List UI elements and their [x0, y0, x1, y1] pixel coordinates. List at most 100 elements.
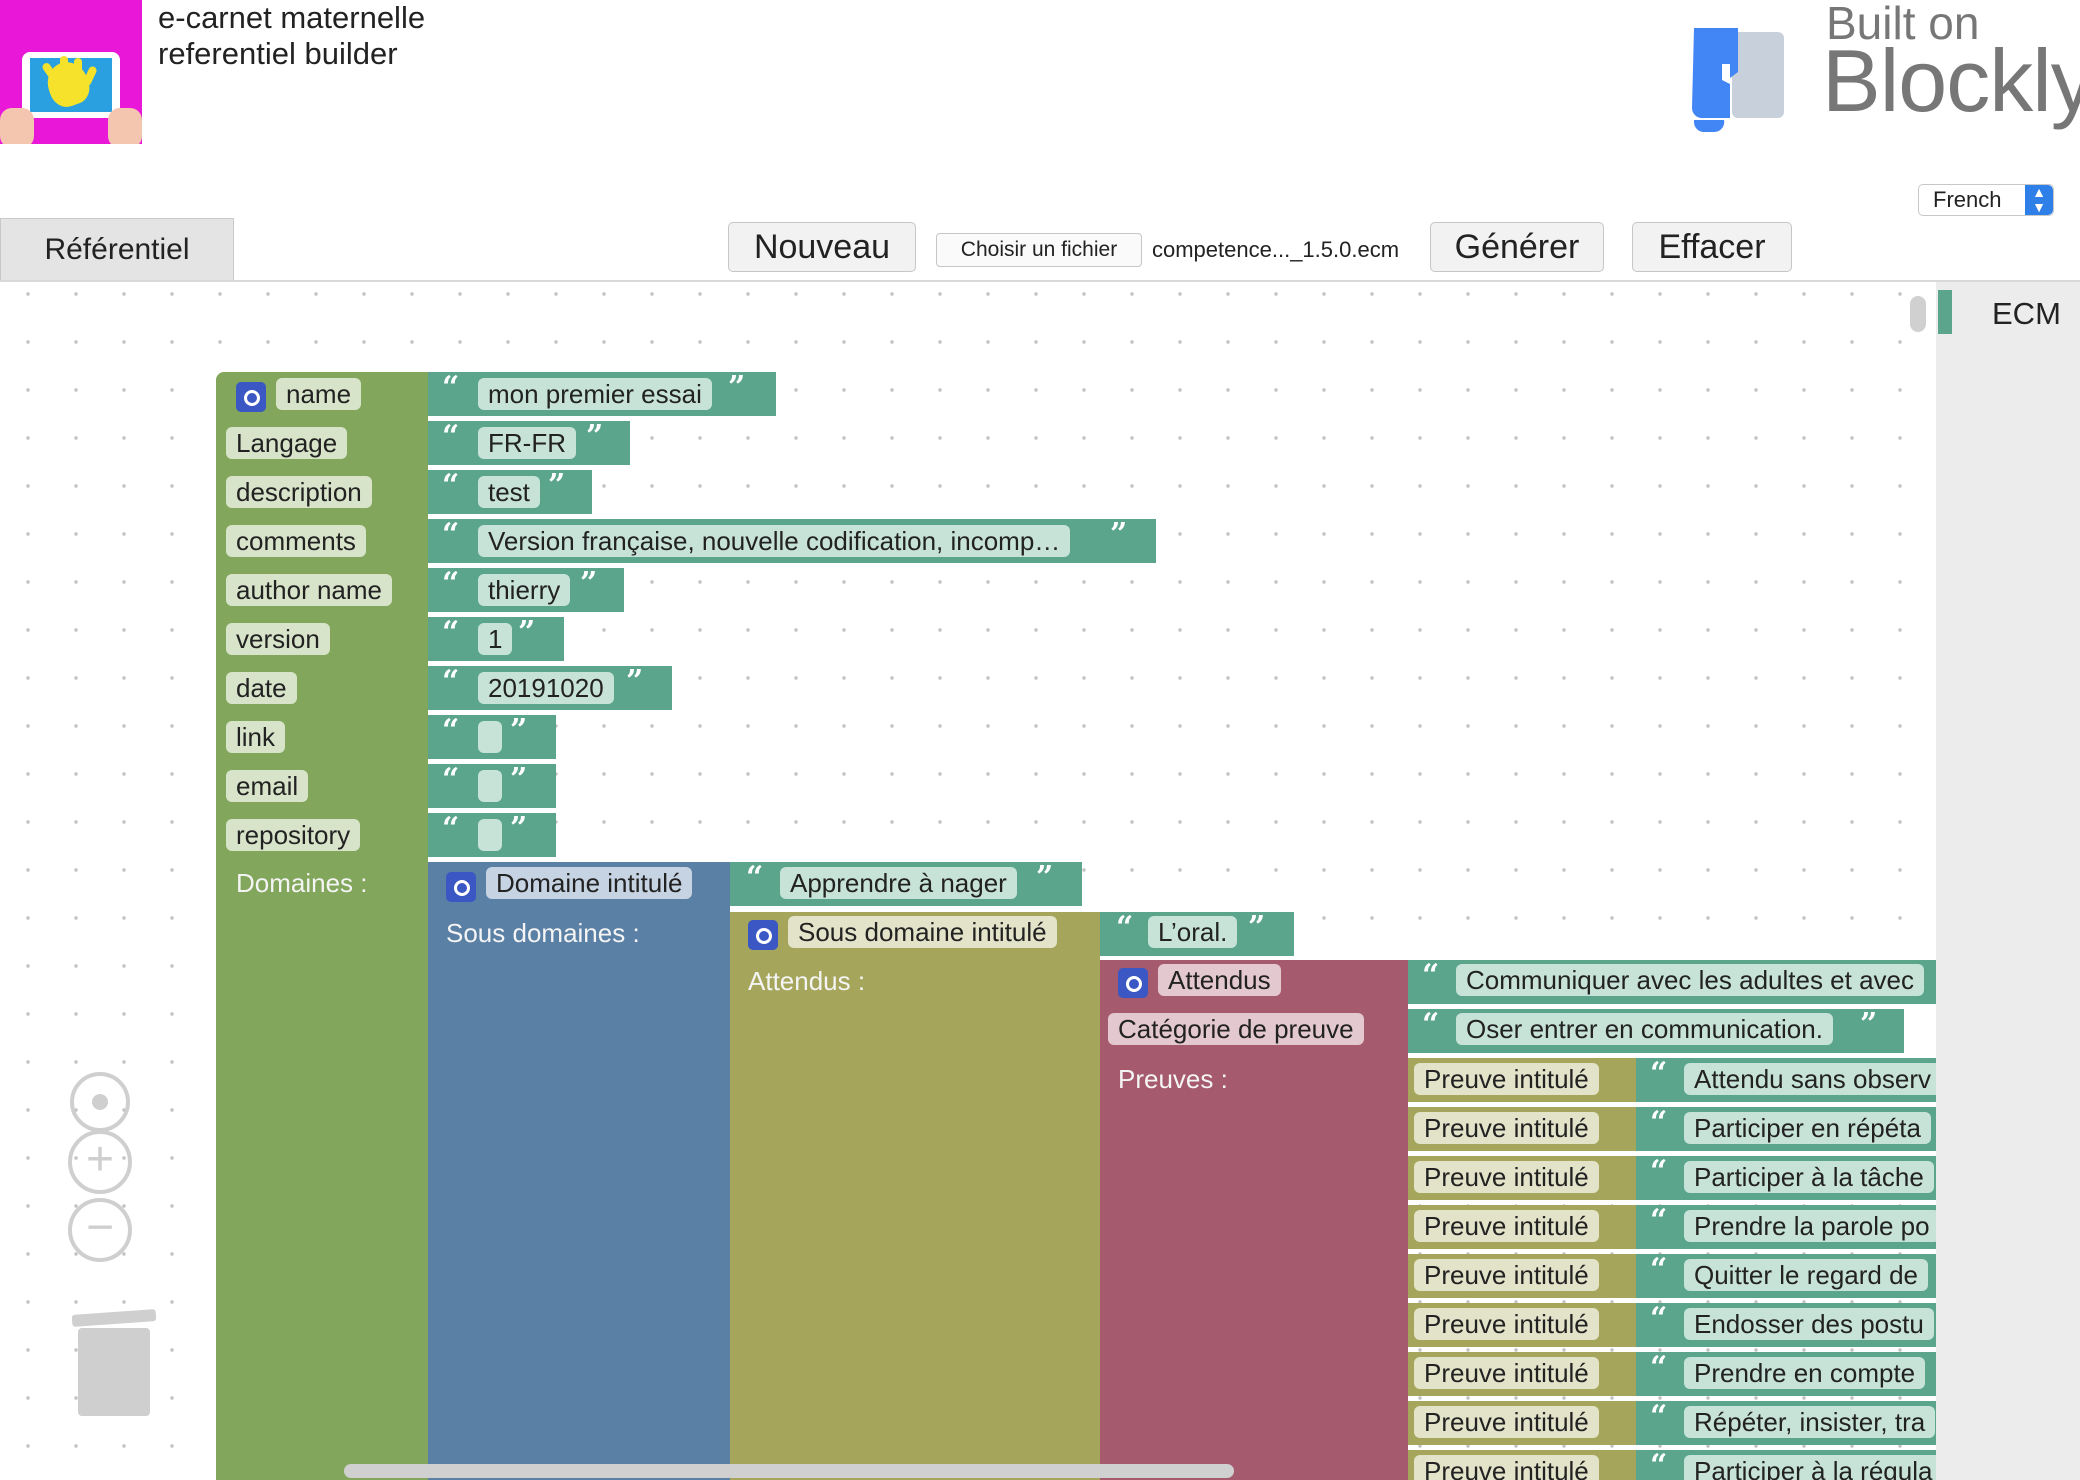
field-label-date: date: [226, 672, 297, 704]
preuve-label: Preuve intitulé: [1414, 1161, 1599, 1193]
trash-icon[interactable]: [78, 1328, 150, 1416]
choose-file-button[interactable]: Choisir un fichier: [936, 233, 1142, 267]
sous-domaine-label: Sous domaine intitulé: [788, 916, 1057, 948]
open-quote-icon: “: [1650, 1056, 1668, 1091]
toolbox: [1936, 282, 2080, 1480]
close-quote-icon: ”: [580, 566, 598, 601]
text-value-attendus[interactable]: Communiquer avec les adultes et avec: [1456, 964, 1925, 996]
open-quote-icon: “: [1116, 910, 1134, 945]
preuve-label: Preuve intitulé: [1414, 1112, 1599, 1144]
close-quote-icon: ”: [548, 468, 566, 503]
zoom-in-icon[interactable]: +: [68, 1130, 132, 1194]
field-label-name: name: [276, 378, 362, 410]
horizontal-scrollbar[interactable]: [344, 1464, 1234, 1478]
close-quote-icon: ”: [518, 615, 536, 650]
toolbox-category-ecm[interactable]: ECM: [1992, 296, 2061, 332]
sous-domaines-label: Sous domaines :: [446, 918, 640, 948]
app-title-line1: e-carnet maternelle: [158, 0, 426, 35]
text-value-domaine[interactable]: Apprendre à nager: [780, 867, 1017, 899]
text-value-name[interactable]: mon premier essai: [478, 378, 712, 410]
open-quote-icon: “: [1650, 1105, 1668, 1140]
open-quote-icon: “: [1650, 1350, 1668, 1385]
new-button[interactable]: Nouveau: [728, 222, 916, 272]
field-label-langage: Langage: [226, 427, 348, 459]
preuve-label: Preuve intitulé: [1414, 1406, 1599, 1438]
gear-icon[interactable]: [1118, 968, 1148, 998]
clear-button[interactable]: Effacer: [1632, 222, 1792, 272]
open-quote-icon: “: [442, 419, 460, 454]
open-quote-icon: “: [1650, 1252, 1668, 1287]
preuve-label: Preuve intitulé: [1414, 1455, 1599, 1480]
gear-icon[interactable]: [236, 382, 266, 412]
field-label-version: version: [226, 623, 330, 655]
text-value-categorie[interactable]: Oser entrer en communication.: [1456, 1013, 1833, 1045]
domaine-block[interactable]: [428, 862, 730, 1480]
toolbox-category-color: [1938, 290, 1952, 334]
open-quote-icon: “: [1650, 1301, 1668, 1336]
text-value-version[interactable]: 1: [478, 623, 513, 655]
zoom-out-icon[interactable]: −: [68, 1198, 132, 1262]
sous-domaine-block[interactable]: [730, 912, 1100, 1480]
text-value-email[interactable]: [478, 770, 502, 802]
attendus-block-label: Attendus: [1158, 964, 1281, 996]
domaines-label: Domaines :: [236, 868, 368, 898]
generate-button[interactable]: Générer: [1430, 222, 1604, 272]
open-quote-icon: “: [442, 811, 460, 846]
close-quote-icon: ”: [510, 762, 528, 797]
text-value-comments[interactable]: Version française, nouvelle codification…: [478, 525, 1071, 557]
recenter-icon[interactable]: [70, 1072, 130, 1132]
trash-lid-icon: [71, 1309, 157, 1327]
blockly-workspace[interactable]: name Langage description comments author…: [0, 282, 1936, 1480]
text-value-preuve[interactable]: Participer à la régula: [1684, 1455, 1936, 1480]
field-label-comments: comments: [226, 525, 366, 557]
open-quote-icon: “: [442, 517, 460, 552]
close-quote-icon: ”: [510, 713, 528, 748]
preuves-label: Preuves :: [1118, 1064, 1228, 1094]
open-quote-icon: “: [1650, 1154, 1668, 1189]
field-label-email: email: [226, 770, 309, 802]
text-value-sous-domaine[interactable]: L’oral.: [1148, 916, 1238, 948]
gear-icon[interactable]: [748, 920, 778, 950]
open-quote-icon: “: [442, 566, 460, 601]
open-quote-icon: “: [1422, 958, 1440, 993]
domaine-label: Domaine intitulé: [486, 867, 693, 899]
text-value-preuve[interactable]: Prendre la parole po: [1684, 1210, 1936, 1242]
text-value-preuve[interactable]: Prendre en compte: [1684, 1357, 1926, 1389]
preuve-label: Preuve intitulé: [1414, 1210, 1599, 1242]
text-value-preuve[interactable]: Participer à la tâche: [1684, 1161, 1934, 1193]
preuve-label: Preuve intitulé: [1414, 1259, 1599, 1291]
file-name: competence..._1.5.0.ecm: [1152, 237, 1400, 262]
close-quote-icon: ”: [626, 664, 644, 699]
text-value-preuve[interactable]: Participer en répéta: [1684, 1112, 1931, 1144]
text-value-repository[interactable]: [478, 819, 502, 851]
open-quote-icon: “: [1650, 1448, 1668, 1480]
text-value-langage[interactable]: FR-FR: [478, 427, 576, 459]
text-value-link[interactable]: [478, 721, 502, 753]
open-quote-icon: “: [442, 468, 460, 503]
close-quote-icon: ”: [1248, 910, 1266, 945]
close-quote-icon: ”: [1036, 860, 1054, 895]
text-value-author[interactable]: thierry: [478, 574, 571, 606]
app-logo: [0, 0, 142, 144]
language-select[interactable]: French ▲ ▼: [1918, 184, 2054, 216]
preuve-label: Preuve intitulé: [1414, 1308, 1599, 1340]
close-quote-icon: ”: [510, 811, 528, 846]
text-value-description[interactable]: test: [478, 476, 540, 508]
preuve-label: Preuve intitulé: [1414, 1357, 1599, 1389]
blockly-wordmark: Blockly: [1822, 31, 2080, 130]
open-quote-icon: “: [442, 664, 460, 699]
text-value-preuve[interactable]: Endosser des postu: [1684, 1308, 1934, 1340]
gear-icon[interactable]: [446, 872, 476, 902]
open-quote-icon: “: [1650, 1203, 1668, 1238]
text-value-preuve[interactable]: Attendu sans observ: [1684, 1063, 1936, 1095]
open-quote-icon: “: [442, 762, 460, 797]
close-quote-icon: ”: [1110, 517, 1128, 552]
tab-referentiel[interactable]: Référentiel: [0, 218, 234, 281]
text-value-date[interactable]: 20191020: [478, 672, 614, 704]
close-quote-icon: ”: [728, 370, 746, 405]
close-quote-icon: ”: [586, 419, 604, 454]
text-value-preuve[interactable]: Répéter, insister, tra: [1684, 1406, 1936, 1438]
text-value-preuve[interactable]: Quitter le regard de: [1684, 1259, 1929, 1291]
field-label-description: description: [226, 476, 372, 508]
vertical-scrollbar[interactable]: [1910, 296, 1926, 332]
